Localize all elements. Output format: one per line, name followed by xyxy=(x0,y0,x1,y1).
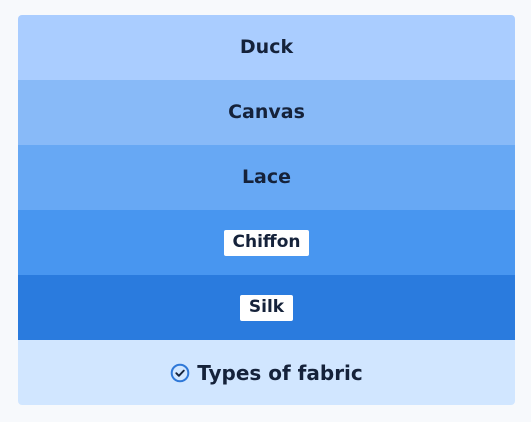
diagram-footer: Types of fabric xyxy=(18,340,515,405)
layer-label-lace: Lace xyxy=(241,166,292,188)
layer-chiffon: Chiffon xyxy=(18,210,515,275)
layer-duck: Duck xyxy=(18,15,515,80)
layer-label-duck: Duck xyxy=(239,36,294,58)
layer-canvas: Canvas xyxy=(18,80,515,145)
layer-lace: Lace xyxy=(18,145,515,210)
layer-label-chiffon: Chiffon xyxy=(223,229,310,256)
layer-label-silk: Silk xyxy=(239,294,294,321)
diagram-title: Types of fabric xyxy=(197,360,363,385)
layer-label-canvas: Canvas xyxy=(228,101,305,123)
check-circle-icon xyxy=(170,363,190,383)
fabric-diagram: Duck Canvas Lace Chiffon Silk Types of f… xyxy=(18,15,515,405)
layer-silk: Silk xyxy=(18,275,515,340)
